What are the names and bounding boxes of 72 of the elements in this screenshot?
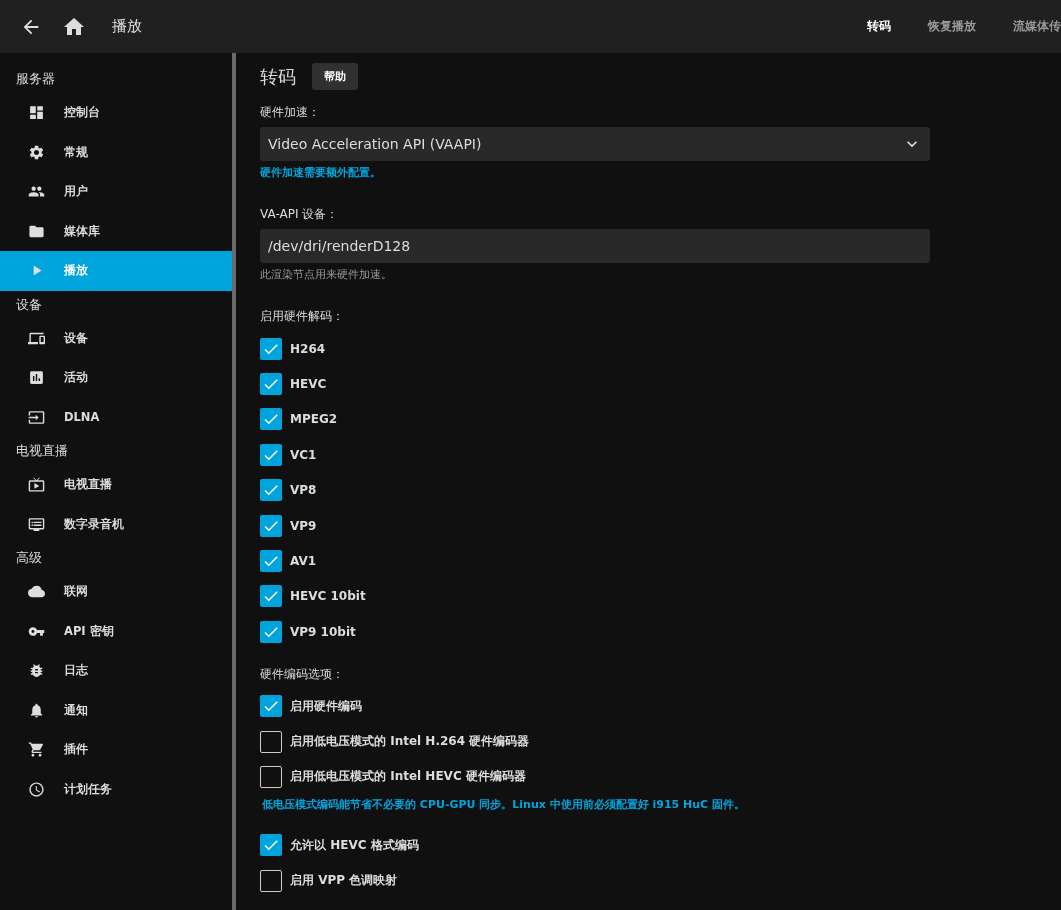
select-field[interactable]: Video Acceleration API (VAAPI) [260,127,930,161]
field-label: VA-API 设备： [260,206,340,223]
sidebar-item[interactable]: 日志 [0,651,232,691]
checkbox[interactable] [260,550,282,573]
checkbox[interactable] [260,695,282,718]
tab[interactable]: 转码 [867,18,891,35]
tv-icon [28,476,45,494]
sidebar-item[interactable]: 计划任务 [0,769,232,809]
checkbox[interactable] [260,373,282,396]
sidebar-item[interactable]: 常规 [0,132,232,172]
group-label: 硬件编码选项： [260,665,345,683]
sidebar-item[interactable]: 插件 [0,730,232,770]
checkbox-label: VC1 [290,447,317,462]
bar-chart-icon [28,369,45,387]
checkbox[interactable] [260,514,282,537]
monitor-icon [28,515,45,533]
checkbox[interactable] [260,869,282,892]
checkbox-label: 启用低电压模式的 Intel HEVC 硬件编码器 [290,768,526,786]
checkbox-label: HEVC 10bit [290,589,366,604]
checkbox[interactable] [260,620,282,643]
dashboard-icon [28,104,45,122]
checkbox[interactable] [260,730,282,753]
clock-icon [28,780,45,798]
info-note: 低电压模式编码能节省不必要的 CPU-GPU 同步。Linux 中使用前必须配置好 i915 HuC 固件。 [262,796,746,812]
checkbox-label: 启用 VPP 色调映射 [290,872,398,890]
sidebar-item[interactable]: 活动 [0,358,232,398]
checkbox[interactable] [260,408,282,431]
checkbox-label: MPEG2 [290,412,338,427]
sidebar-item[interactable]: 电视直播 [0,465,232,505]
help-link[interactable]: 硬件加速需要额外配置。 [260,165,1061,180]
section-title: 高级 [15,549,43,567]
group-label: 启用硬件解码： [260,308,345,325]
checkbox[interactable] [260,337,282,360]
page-title: 播放 [112,17,142,36]
bug-icon [28,662,45,680]
checkbox-label: HEVC [290,377,327,392]
input-arrow-icon [28,408,45,426]
checkbox-label: 启用硬件编码 [290,697,362,715]
sidebar-item[interactable]: DLNA [0,397,232,437]
checkbox-label: H264 [290,341,326,356]
tab[interactable]: 流媒体传 [1013,18,1061,35]
checkbox-label: VP9 [290,518,317,533]
checkbox-label: VP8 [290,483,317,498]
section-title: 设备 [15,295,43,314]
settings-icon [28,143,45,161]
sidebar-item[interactable]: 数字录音机 [0,504,232,544]
checkbox[interactable] [260,479,282,502]
cart-icon [28,741,45,759]
sidebar-item[interactable]: API 密钥 [0,611,232,651]
checkbox[interactable] [260,585,282,608]
checkbox-label: 启用低电压模式的 Intel H.264 硬件编码器 [290,733,530,751]
checkbox-label: 允许以 HEVC 格式编码 [290,836,419,854]
tab[interactable]: 恢复播放 [928,18,976,35]
sidebar-item[interactable]: 联网 [0,572,232,612]
help-button[interactable]: 帮助 [312,63,358,90]
bell-icon [28,701,45,719]
checkbox[interactable] [260,834,282,857]
sidebar-item[interactable]: 通知 [0,690,232,730]
section-heading: 转码 [260,64,296,89]
sidebar-item[interactable]: 媒体库 [0,211,232,251]
sidebar-item[interactable]: 设备 [0,318,232,358]
field-hint: 此渲染节点用来硬件加速。 [260,267,393,282]
checkbox-label: AV1 [290,554,317,569]
checkbox[interactable] [260,766,282,788]
sidebar-item[interactable]: 用户 [0,172,232,212]
sidebar-item[interactable]: 控制台 [0,93,232,133]
checkbox[interactable] [260,443,282,466]
field-label: 硬件加速： [260,104,321,121]
input-field[interactable]: /dev/dri/renderD128 [260,229,930,263]
checkbox-label: VP9 10bit [290,624,356,639]
section-title: 服务器 [15,70,56,88]
section-title: 电视直播 [15,442,69,460]
